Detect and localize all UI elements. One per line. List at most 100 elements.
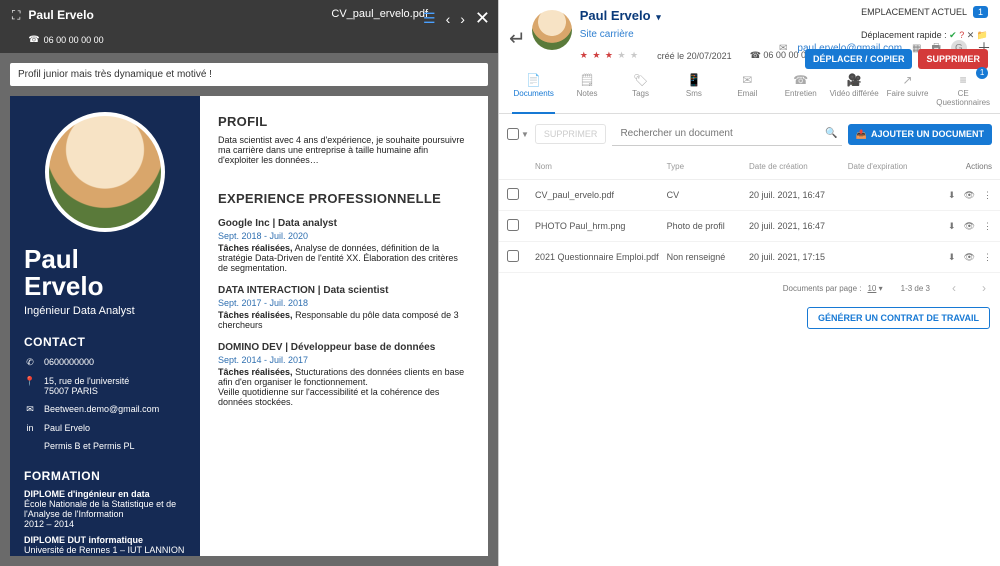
linkedin-icon: in xyxy=(24,423,36,433)
col-type[interactable]: Type xyxy=(667,162,749,171)
cell-name: CV_paul_ervelo.pdf xyxy=(535,190,667,200)
delete-selected-button[interactable]: SUPPRIMER xyxy=(535,124,607,144)
search-input[interactable] xyxy=(616,124,825,143)
select-all-checkbox[interactable] xyxy=(507,128,519,140)
tab-label: Notes xyxy=(577,89,598,98)
job-body: Tâches réalisées, Responsable du pôle da… xyxy=(218,310,470,330)
cv-job: DOMINO DEV | Développeur base de données… xyxy=(218,342,470,407)
close-icon[interactable]: ✕ xyxy=(475,8,490,29)
cv-role: Ingénieur Data Analyst xyxy=(24,305,186,317)
tab-icon: ☎ xyxy=(776,73,825,87)
cell-created: 20 juil. 2021, 17:15 xyxy=(749,252,848,262)
phone-icon: ☎ xyxy=(28,34,39,45)
cv-job: Google Inc | Data analystSept. 2018 - Ju… xyxy=(218,218,470,273)
tab-label: Sms xyxy=(686,89,702,98)
download-icon[interactable]: ⬇ xyxy=(948,221,956,232)
col-name[interactable]: Nom xyxy=(535,162,667,171)
tab-faire-suivre[interactable]: ↗Faire suivre xyxy=(881,67,934,113)
location-label: EMPLACEMENT ACTUEL xyxy=(861,7,967,17)
job-title: DATA INTERACTION | Data scientist xyxy=(218,285,470,296)
quickmove-label: Déplacement rapide : xyxy=(861,30,947,40)
tab-icon: ✉ xyxy=(723,73,772,87)
download-icon[interactable]: ⬇ xyxy=(948,190,956,201)
documents-toolbar: ▼ SUPPRIMER 🔍 📤AJOUTER UN DOCUMENT xyxy=(499,114,1000,154)
rating-stars[interactable]: ★ ★ ★ ★ ★ xyxy=(580,50,639,61)
cv-email: Beetween.demo@gmail.com xyxy=(44,404,159,415)
cv-profil-heading: PROFIL xyxy=(218,114,470,129)
pagination: Documents par page : 10 ▾ 1-3 de 3 ‹ › xyxy=(499,273,1000,303)
candidate-note[interactable]: Profil junior mais très dynamique et mot… xyxy=(10,63,488,86)
tab-sms[interactable]: 📱Sms xyxy=(667,67,720,113)
tab-ce-questionnaires[interactable]: ≡CE Questionnaires1 xyxy=(934,67,992,113)
more-icon[interactable]: ⋮ xyxy=(983,252,992,263)
candidate-name[interactable]: Paul Ervelo xyxy=(580,8,651,23)
cell-created: 20 juil. 2021, 16:47 xyxy=(749,221,848,231)
back-icon[interactable]: ↵ xyxy=(507,8,532,61)
tab-icon: 🏷 xyxy=(616,73,665,87)
question-icon[interactable]: ? xyxy=(959,30,964,40)
folder-icon[interactable]: 📁 xyxy=(977,30,988,40)
prev-page-icon[interactable]: ‹ xyxy=(948,281,960,295)
tab-vidéo-différée[interactable]: 🎥Vidéo différée xyxy=(827,67,880,113)
location-badge[interactable]: 1 xyxy=(973,6,988,18)
add-document-button[interactable]: 📤AJOUTER UN DOCUMENT xyxy=(848,124,992,145)
generate-contract-button[interactable]: GÉNÉRER UN CONTRAT DE TRAVAIL xyxy=(807,307,990,329)
x-icon[interactable]: ✕ xyxy=(967,30,975,40)
upload-icon: 📤 xyxy=(856,129,867,140)
delete-button[interactable]: SUPPRIMER xyxy=(918,49,988,69)
cv-profil-text: Data scientist avec 4 ans d'expérience, … xyxy=(218,135,470,165)
next-page-icon[interactable]: › xyxy=(978,281,990,295)
cv-avatar xyxy=(45,112,165,232)
viewer-filename: CV_paul_ervelo.pdf xyxy=(331,8,428,20)
more-icon[interactable]: ⋮ xyxy=(983,190,992,201)
documents-table: Nom Type Date de création Date d'expirat… xyxy=(499,154,1000,273)
tab-label: Tags xyxy=(632,89,649,98)
tab-documents[interactable]: 📄Documents xyxy=(507,67,560,113)
eye-icon[interactable]: 👁 xyxy=(964,190,975,201)
prev-icon[interactable]: ‹ xyxy=(446,11,451,27)
tab-label: Faire suivre xyxy=(887,89,929,98)
cv-sidebar: PaulErvelo Ingénieur Data Analyst CONTAC… xyxy=(10,96,200,556)
cv-diplome-2: DIPLOME DUT informatiqueUniversité de Re… xyxy=(24,535,186,556)
tab-icon: 🗒 xyxy=(562,73,611,87)
table-row[interactable]: CV_paul_ervelo.pdfCV20 juil. 2021, 16:47… xyxy=(499,180,1000,211)
table-row[interactable]: PHOTO Paul_hrm.pngPhoto de profil20 juil… xyxy=(499,211,1000,242)
tab-icon: 🎥 xyxy=(829,73,878,87)
phone-icon: ✆ xyxy=(24,357,36,368)
chevron-down-icon[interactable]: ▾ xyxy=(656,12,661,22)
move-copy-button[interactable]: DÉPLACER / COPIER xyxy=(805,49,913,69)
tab-tags[interactable]: 🏷 Tags xyxy=(614,67,667,113)
cv-phone: 0600000000 xyxy=(44,357,94,368)
eye-icon[interactable]: 👁 xyxy=(964,252,975,263)
pin-icon: 📍 xyxy=(24,376,36,396)
cell-type: Non renseigné xyxy=(667,252,749,262)
col-created[interactable]: Date de création xyxy=(749,162,848,171)
search-icon[interactable]: 🔍 xyxy=(825,128,837,139)
per-page-label: Documents par page : xyxy=(783,284,862,293)
cell-type: Photo de profil xyxy=(667,221,749,231)
row-checkbox[interactable] xyxy=(507,250,519,262)
avatar[interactable] xyxy=(532,10,572,50)
chevron-down-icon[interactable]: ▼ xyxy=(521,130,529,139)
tab-label: CE Questionnaires xyxy=(936,89,990,107)
tab-entretien[interactable]: ☎Entretien xyxy=(774,67,827,113)
cv-diplome-1: DIPLOME d'ingénieur en dataÉcole Nationa… xyxy=(24,489,186,529)
row-checkbox[interactable] xyxy=(507,219,519,231)
per-page-select[interactable]: 10 ▾ xyxy=(867,284,882,293)
list-icon[interactable]: ☰ xyxy=(423,10,436,27)
check-icon[interactable]: ✔ xyxy=(949,30,957,40)
tab-email[interactable]: ✉Email xyxy=(721,67,774,113)
table-row[interactable]: 2021 Questionnaire Emploi.pdfNon renseig… xyxy=(499,242,1000,273)
expand-icon[interactable]: ⛶ xyxy=(12,8,20,23)
download-icon[interactable]: ⬇ xyxy=(948,252,956,263)
eye-icon[interactable]: 👁 xyxy=(964,221,975,232)
row-checkbox[interactable] xyxy=(507,188,519,200)
cv-job: DATA INTERACTION | Data scientistSept. 2… xyxy=(218,285,470,330)
col-expiry[interactable]: Date d'expiration xyxy=(848,162,930,171)
next-icon[interactable]: › xyxy=(460,11,465,27)
more-icon[interactable]: ⋮ xyxy=(983,221,992,232)
cv-formation-heading: FORMATION xyxy=(24,469,186,483)
table-header: Nom Type Date de création Date d'expirat… xyxy=(499,154,1000,180)
tab-notes[interactable]: 🗒 Notes xyxy=(560,67,613,113)
tabs: 📄Documents🗒 Notes 🏷 Tags 📱Sms✉Email☎Entretie… xyxy=(499,67,1000,114)
